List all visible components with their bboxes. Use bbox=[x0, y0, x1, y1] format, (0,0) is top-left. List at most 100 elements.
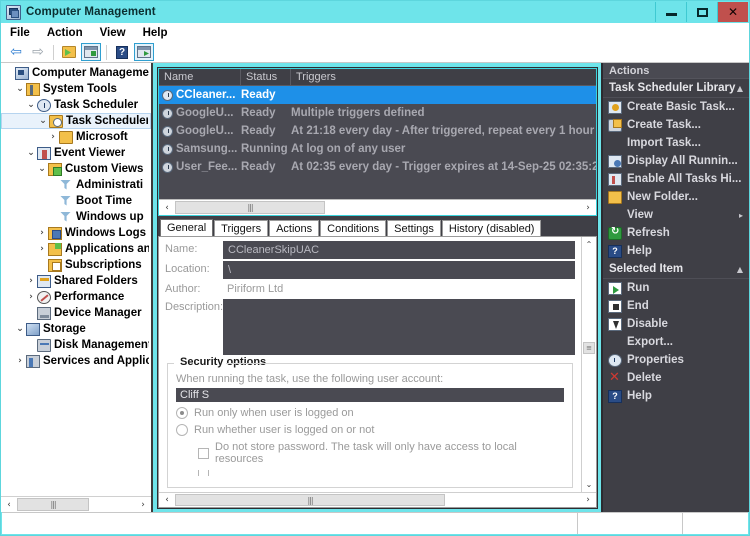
expander-icon[interactable]: ⌄ bbox=[37, 116, 49, 126]
tree-item[interactable]: ⌄ Task Scheduler bbox=[1, 97, 151, 113]
task-list-scroll-right-button[interactable]: › bbox=[580, 200, 596, 215]
expander-icon[interactable]: ⌄ bbox=[14, 84, 26, 94]
tab-settings[interactable]: Settings bbox=[387, 220, 441, 236]
tree-item[interactable]: ⌄ System Tools bbox=[1, 81, 151, 97]
expander-icon[interactable]: ⌄ bbox=[14, 324, 26, 334]
task-list-scroll-thumb[interactable]: ||| bbox=[175, 201, 325, 214]
tree-item[interactable]: ⌄ Custom Views bbox=[1, 161, 151, 177]
close-button[interactable]: ✕ bbox=[717, 2, 748, 22]
expander-icon[interactable]: ⌄ bbox=[25, 100, 37, 110]
tree-item[interactable]: Device Manager bbox=[1, 305, 151, 321]
details-scroll-right-button[interactable]: › bbox=[580, 493, 596, 507]
tree-item[interactable]: Disk Management bbox=[1, 337, 151, 353]
radio-run-whether-logged-on-or-not[interactable]: Run whether user is logged on or not bbox=[176, 424, 564, 436]
action-item-import-task[interactable]: Import Task... bbox=[603, 134, 749, 152]
action-item-enable-all-tasks-hi[interactable]: Enable All Tasks Hi... bbox=[603, 170, 749, 188]
table-row[interactable]: User_Fee... Ready At 02:35 every day - Tri… bbox=[159, 158, 596, 176]
action-item-create-task[interactable]: Create Task... bbox=[603, 116, 749, 134]
tree-item[interactable]: Administrati bbox=[1, 177, 151, 193]
tree-item[interactable]: ⌄ Storage bbox=[1, 321, 151, 337]
minimize-button[interactable] bbox=[655, 2, 686, 22]
console-tree[interactable]: Computer Management ⌄ System Tools ⌄ Task Sc… bbox=[1, 63, 151, 496]
tree-scroll-right-button[interactable]: › bbox=[135, 497, 151, 512]
action-item-end[interactable]: End bbox=[603, 297, 749, 315]
task-location-field[interactable]: \ bbox=[223, 261, 575, 279]
tab-history-disabled[interactable]: History (disabled) bbox=[441, 220, 542, 236]
details-vertical-scrollbar[interactable]: ⌃ ≡ ⌄ bbox=[581, 237, 596, 492]
checkbox-run-with-highest-privileges-clipped[interactable] bbox=[198, 470, 564, 476]
chevron-up-icon[interactable]: ▲ bbox=[737, 84, 743, 93]
task-name-field[interactable]: CCleanerSkipUAC bbox=[223, 241, 575, 259]
title-bar[interactable]: Computer Management ✕ bbox=[1, 1, 749, 23]
tree-scroll-track[interactable]: ||| bbox=[17, 497, 135, 512]
column-header-status[interactable]: Status bbox=[241, 69, 291, 85]
action-item-help[interactable]: ? Help bbox=[603, 387, 749, 405]
properties-button[interactable] bbox=[81, 43, 101, 61]
tree-item[interactable]: Windows up bbox=[1, 209, 151, 225]
forward-button[interactable]: ⇨ bbox=[28, 43, 48, 61]
task-description-field[interactable] bbox=[223, 299, 575, 355]
details-scroll-thumb[interactable]: ≡ bbox=[583, 342, 595, 354]
table-row[interactable]: GoogleU... Ready At 21:18 every day - Afte… bbox=[159, 122, 596, 140]
table-row[interactable]: CCleaner... Ready bbox=[159, 86, 596, 104]
actions-section-header[interactable]: Selected Item ▲ bbox=[603, 260, 749, 279]
tree-item[interactable]: ⌄ Event Viewer bbox=[1, 145, 151, 161]
action-item-view[interactable]: View ▸ bbox=[603, 206, 749, 224]
menu-file[interactable]: File bbox=[10, 27, 39, 39]
expander-icon[interactable]: › bbox=[25, 292, 37, 302]
show-hide-tree-button[interactable] bbox=[59, 43, 79, 61]
expander-icon[interactable]: › bbox=[36, 228, 48, 238]
expander-icon[interactable]: › bbox=[14, 356, 26, 366]
tree-scroll-thumb[interactable]: ||| bbox=[17, 498, 89, 511]
tree-item[interactable]: › Applications an bbox=[1, 241, 151, 257]
menu-action[interactable]: Action bbox=[47, 27, 92, 39]
action-item-new-folder[interactable]: New Folder... bbox=[603, 188, 749, 206]
action-item-create-basic-task[interactable]: Create Basic Task... bbox=[603, 98, 749, 116]
tree-item[interactable]: › Services and Applica bbox=[1, 353, 151, 369]
radio-run-only-when-logged-on[interactable]: Run only when user is logged on bbox=[176, 407, 564, 419]
action-item-run[interactable]: Run bbox=[603, 279, 749, 297]
task-list-scroll-track[interactable]: ||| bbox=[175, 200, 580, 215]
action-item-display-all-runnin[interactable]: Display All Runnin... bbox=[603, 152, 749, 170]
details-scroll-up-button[interactable]: ⌃ bbox=[582, 237, 596, 252]
user-account-field[interactable]: Cliff S bbox=[176, 388, 564, 402]
expander-icon[interactable]: › bbox=[47, 132, 59, 142]
details-scroll-track[interactable]: ≡ bbox=[582, 252, 596, 477]
back-button[interactable]: ⇦ bbox=[6, 43, 26, 61]
action-item-refresh[interactable]: Refresh bbox=[603, 224, 749, 242]
action-item-export[interactable]: Export... bbox=[603, 333, 749, 351]
expander-icon[interactable]: ⌄ bbox=[25, 148, 37, 158]
maximize-button[interactable] bbox=[686, 2, 717, 22]
tree-item[interactable]: › Windows Logs bbox=[1, 225, 151, 241]
action-item-delete[interactable]: Delete bbox=[603, 369, 749, 387]
tree-item[interactable]: › Performance bbox=[1, 289, 151, 305]
expander-icon[interactable]: › bbox=[25, 276, 37, 286]
checkbox-do-not-store-password[interactable]: Do not store password. The task will onl… bbox=[198, 441, 564, 465]
details-hscroll-thumb[interactable]: ||| bbox=[175, 494, 445, 506]
action-item-disable[interactable]: Disable bbox=[603, 315, 749, 333]
menu-help[interactable]: Help bbox=[143, 27, 177, 39]
action-item-help[interactable]: ? Help bbox=[603, 242, 749, 260]
tree-item[interactable]: Subscriptions bbox=[1, 257, 151, 273]
actions-section-header[interactable]: Task Scheduler Library ▲ bbox=[603, 79, 749, 98]
tab-conditions[interactable]: Conditions bbox=[320, 220, 387, 236]
tree-item[interactable]: Computer Management bbox=[1, 65, 151, 81]
show-action-pane-button[interactable] bbox=[134, 43, 154, 61]
table-row[interactable]: Samsung... Running At log on of any user bbox=[159, 140, 596, 158]
tree-scroll-left-button[interactable]: ‹ bbox=[1, 497, 17, 512]
expander-icon[interactable]: › bbox=[36, 244, 48, 254]
tree-item[interactable]: ⌄ Task Scheduler bbox=[1, 113, 151, 129]
tab-actions[interactable]: Actions bbox=[269, 220, 320, 236]
help-button[interactable]: ? bbox=[112, 43, 132, 61]
menu-view[interactable]: View bbox=[100, 27, 135, 39]
tree-horizontal-scrollbar[interactable]: ‹ ||| › bbox=[1, 496, 151, 512]
expander-icon[interactable]: ⌄ bbox=[36, 164, 48, 174]
task-list-horizontal-scrollbar[interactable]: ‹ ||| › bbox=[159, 199, 596, 215]
column-header-name[interactable]: Name bbox=[159, 69, 241, 85]
tree-item[interactable]: › Shared Folders bbox=[1, 273, 151, 289]
tab-triggers[interactable]: Triggers bbox=[214, 220, 269, 236]
task-list-scroll-left-button[interactable]: ‹ bbox=[159, 200, 175, 215]
tree-item[interactable]: Boot Time bbox=[1, 193, 151, 209]
details-scroll-down-button[interactable]: ⌄ bbox=[582, 477, 596, 492]
tab-general[interactable]: General bbox=[160, 219, 214, 236]
